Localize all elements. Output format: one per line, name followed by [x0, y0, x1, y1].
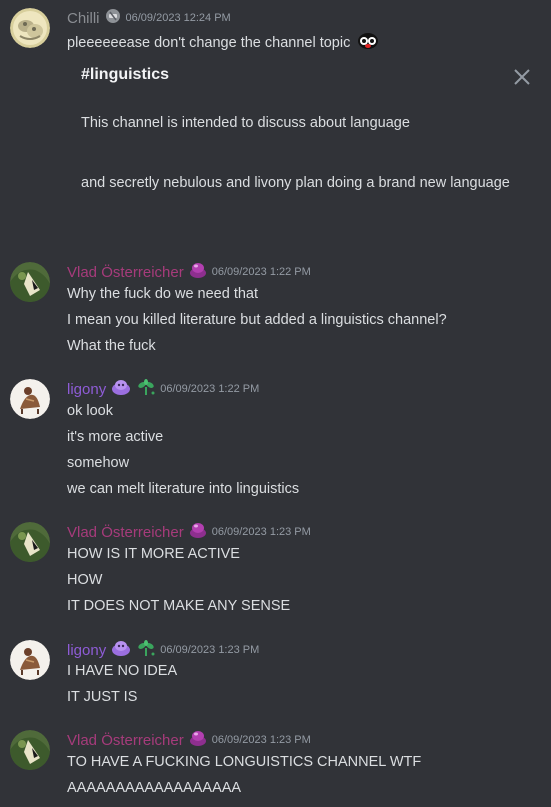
embed-title[interactable]: #linguistics: [81, 66, 169, 84]
avatar-vlad-icon: [10, 730, 50, 770]
username[interactable]: ligony: [67, 642, 106, 659]
message-line: we can melt literature into linguistics: [67, 481, 300, 497]
timestamp: 06/09/2023 1:23 PM: [211, 526, 311, 538]
avatar[interactable]: [10, 262, 50, 302]
avatar[interactable]: [10, 730, 50, 770]
avatar[interactable]: [10, 8, 50, 48]
avatar[interactable]: [10, 522, 50, 562]
purple-blob-icon: [188, 729, 208, 752]
embed-description-line: and secretly nebulous and livony plan do…: [81, 175, 510, 191]
username[interactable]: ligony: [67, 381, 106, 398]
avatar-ligony-icon: [10, 640, 50, 680]
message-line: Why the fuck do we need that: [67, 286, 259, 302]
username[interactable]: Vlad Österreicher: [67, 524, 184, 541]
avatar-ligony-icon: [10, 379, 50, 419]
avatar-chilli-icon: [10, 8, 50, 48]
embed-description-line: This channel is intended to discuss abou…: [81, 115, 410, 131]
message-line: TO HAVE A FUCKING LONGUISTICS CHANNEL WT…: [67, 754, 422, 770]
green-sprout-icon: [136, 639, 156, 662]
message-line: AAAAAAAAAAAAAAAAAA: [67, 780, 242, 796]
message-line: IT JUST IS: [67, 689, 138, 705]
message-line: I mean you killed literature but added a…: [67, 312, 447, 328]
timestamp: 06/09/2023 1:22 PM: [160, 383, 260, 395]
purple-creature-icon: [110, 378, 132, 401]
avatar-vlad-icon: [10, 262, 50, 302]
purple-blob-icon: [188, 261, 208, 284]
message-line: HOW: [67, 572, 103, 588]
message-line: HOW IS IT MORE ACTIVE: [67, 546, 240, 562]
timestamp: 06/09/2023 1:22 PM: [211, 266, 311, 278]
green-sprout-icon: [136, 378, 156, 401]
avatar-vlad-icon: [10, 522, 50, 562]
purple-creature-icon: [110, 639, 132, 662]
message-content: pleeeeeease don't change the channel top…: [67, 32, 379, 54]
timestamp: 06/09/2023 1:23 PM: [160, 644, 260, 656]
close-icon[interactable]: [513, 68, 531, 86]
message-line: it's more active: [67, 429, 164, 445]
panda-emoji-icon: [357, 32, 379, 54]
username[interactable]: Vlad Österreicher: [67, 264, 184, 281]
message-line: ok look: [67, 403, 113, 419]
username[interactable]: Chilli: [67, 10, 100, 27]
channel-topic-embed: #linguistics This channel is intended to…: [67, 58, 545, 208]
username[interactable]: Vlad Österreicher: [67, 732, 184, 749]
message-line: I HAVE NO IDEA: [67, 663, 178, 679]
message-line: somehow: [67, 455, 130, 471]
avatar[interactable]: [10, 379, 50, 419]
timestamp: 06/09/2023 12:24 PM: [125, 12, 231, 24]
message-line: IT DOES NOT MAKE ANY SENSE: [67, 598, 291, 614]
timestamp: 06/09/2023 1:23 PM: [211, 734, 311, 746]
message-line: pleeeeeease don't change the channel top…: [67, 34, 351, 51]
purple-blob-icon: [188, 521, 208, 544]
message-line: What the fuck: [67, 338, 156, 354]
wrench-badge-icon: [104, 8, 122, 29]
avatar[interactable]: [10, 640, 50, 680]
